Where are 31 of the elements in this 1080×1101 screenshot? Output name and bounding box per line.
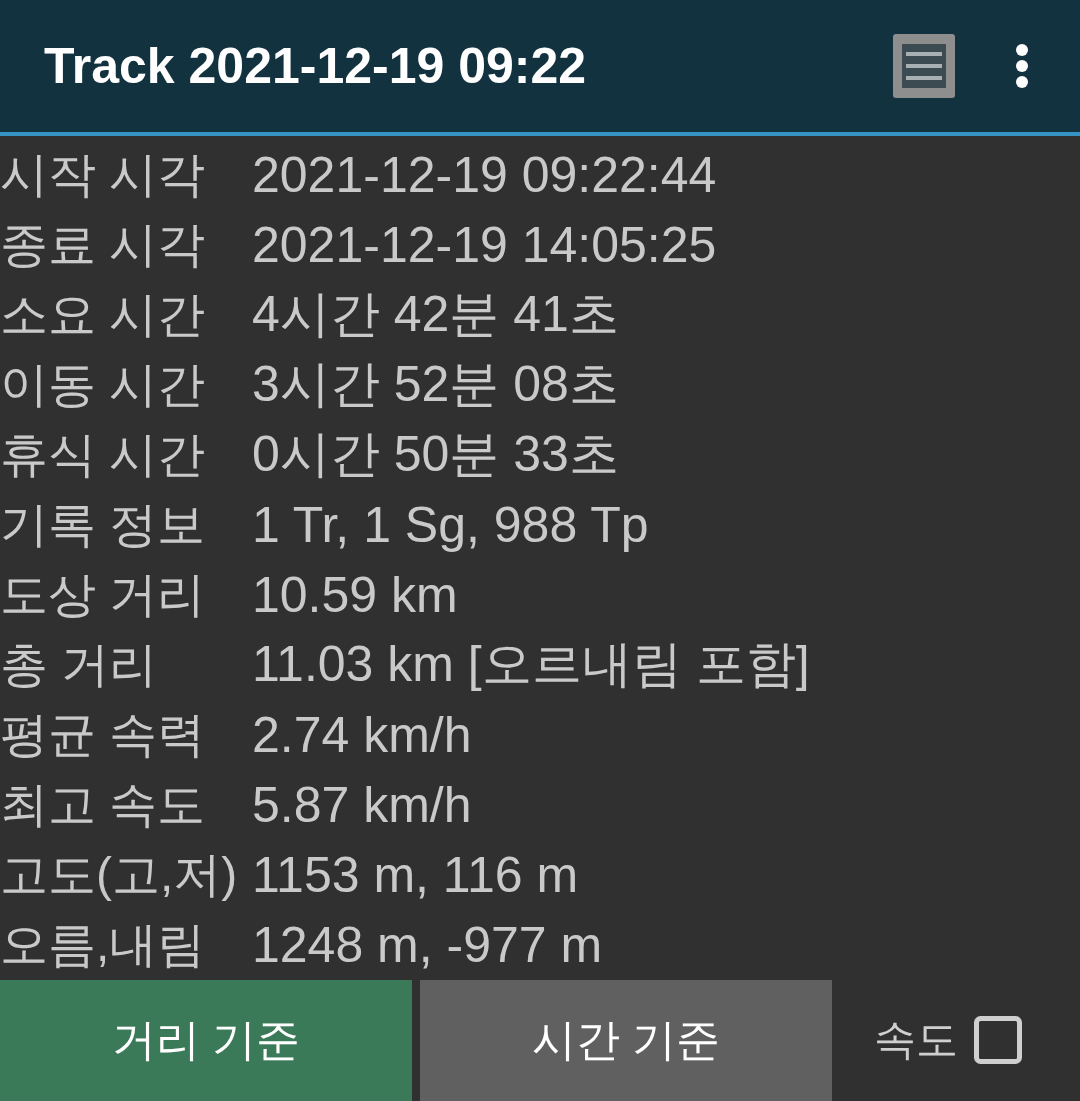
stat-value: 1248 m, -977 m xyxy=(252,915,604,974)
stat-value: 0시간 50분 33초 xyxy=(252,425,620,485)
stat-value: 1153 m, 116 m xyxy=(252,845,580,904)
stat-value: 10.59 km xyxy=(252,565,459,624)
stat-label: 오름,내림 xyxy=(0,916,207,973)
speed-checkbox[interactable] xyxy=(974,1016,1022,1065)
speed-label: 속도 xyxy=(874,1015,958,1066)
stat-value: 5.87 km/h xyxy=(252,775,473,834)
stat-label: 소요 시간 xyxy=(0,286,207,343)
stat-label: 기록 정보 xyxy=(0,496,207,553)
track-title: Track 2021-12-19 09:22 xyxy=(44,36,588,95)
stat-value: 2.74 km/h xyxy=(252,705,473,764)
stat-value: 2021-12-19 14:05:25 xyxy=(252,215,718,274)
stat-label: 최고 속도 xyxy=(0,776,207,833)
mode-button[interactable]: 거리 기준 xyxy=(0,979,412,1101)
stat-label: 총 거리 xyxy=(0,636,159,693)
more-options-icon[interactable] xyxy=(1015,42,1029,89)
stat-value: 11.03 km [오르내림 포함] xyxy=(252,635,811,695)
mode-button[interactable]: 시간 기준 xyxy=(420,979,832,1101)
stat-value: 2021-12-19 09:22:44 xyxy=(252,145,718,204)
stat-value: 1 Tr, 1 Sg, 988 Tp xyxy=(252,495,650,554)
stat-value: 3시간 52분 08초 xyxy=(252,355,620,415)
stat-label: 시작 시각 xyxy=(0,146,207,203)
stat-label: 평균 속력 xyxy=(0,706,207,763)
stat-label: 도상 거리 xyxy=(0,566,207,623)
stat-label: 고도(고,저) xyxy=(0,846,239,903)
stat-value: 4시간 42분 41초 xyxy=(252,285,620,345)
stat-label: 휴식 시간 xyxy=(0,426,207,483)
stat-label: 이동 시간 xyxy=(0,356,207,413)
stat-label: 종료 시각 xyxy=(0,216,207,273)
list-icon[interactable] xyxy=(893,33,955,98)
